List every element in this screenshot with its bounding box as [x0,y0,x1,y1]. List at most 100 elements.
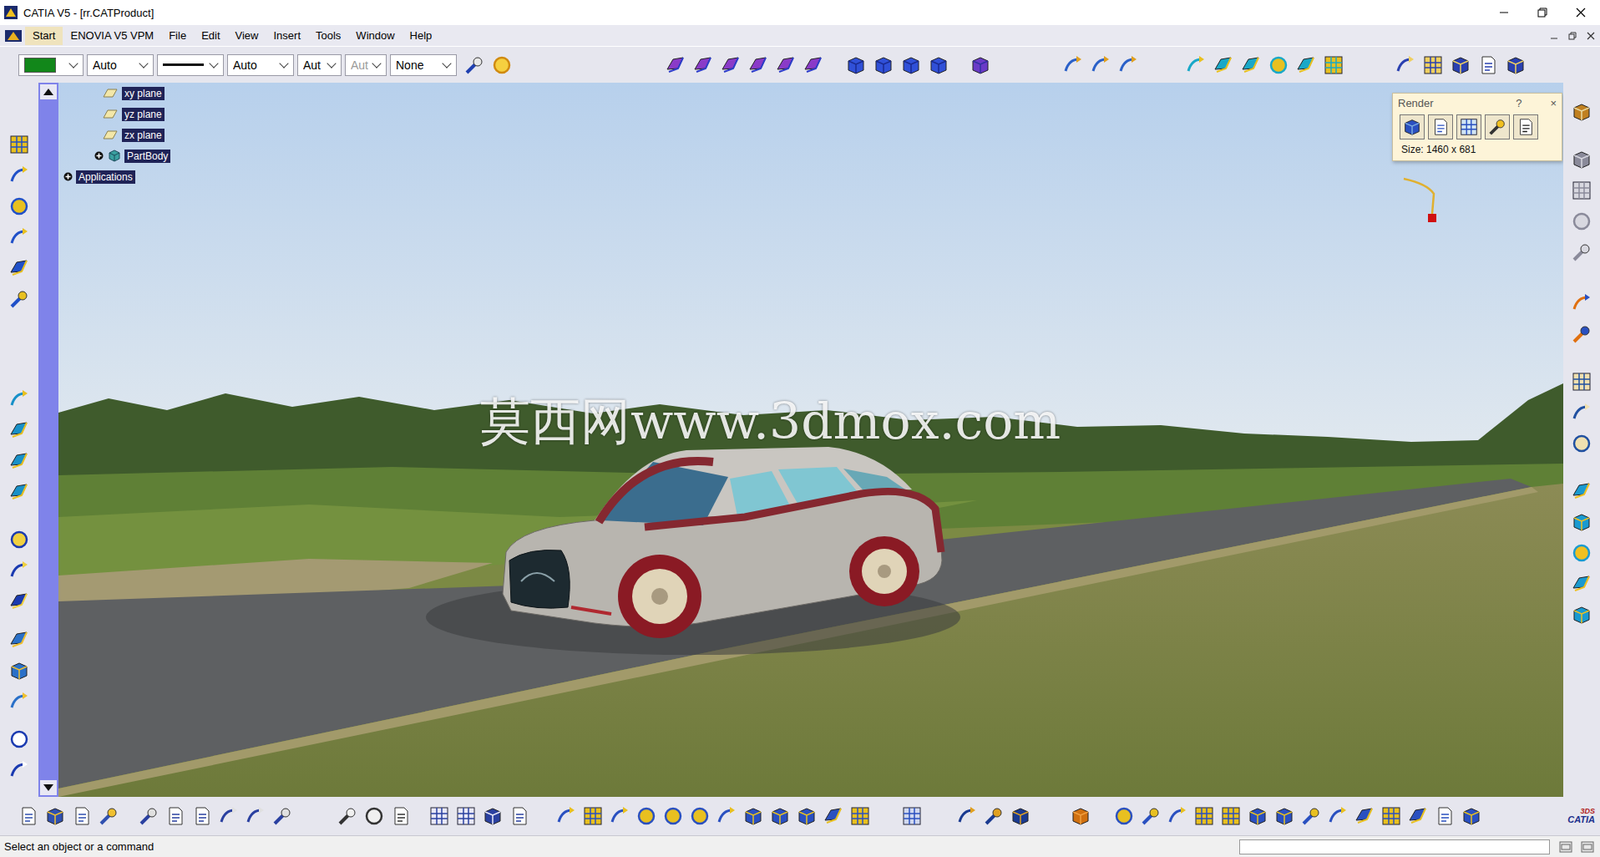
menu-label[interactable]: Window [355,29,395,42]
spline-icon[interactable] [8,226,31,249]
tool-button[interactable] [387,802,415,830]
offset-icon[interactable] [774,54,797,76]
snap-edge-icon[interactable] [1570,511,1593,533]
tool-button[interactable] [1007,802,1034,830]
tool-button[interactable] [1058,51,1087,79]
point-icon[interactable] [8,388,31,411]
tool-button[interactable] [425,802,453,830]
doc-restore-icon[interactable] [1565,29,1580,43]
body-icon[interactable] [1246,805,1269,827]
tool-button[interactable] [5,475,34,507]
sketch-check-icon[interactable] [1407,805,1429,827]
paste-icon[interactable] [191,805,213,827]
tool-button[interactable] [846,802,874,830]
tool-button[interactable] [1568,567,1596,599]
menu-item[interactable]: Edit [193,26,228,46]
tool-button[interactable] [5,523,34,555]
tool-button[interactable] [1568,427,1596,459]
tool-button[interactable] [242,802,269,830]
tool-button[interactable] [5,685,34,717]
tool-button[interactable] [1568,318,1596,350]
tool-button[interactable] [716,51,745,79]
rotate-icon[interactable] [635,805,658,827]
render-button[interactable] [1427,114,1454,140]
solid-icon[interactable] [1273,805,1296,827]
line-icon[interactable] [1212,54,1235,76]
tool-button[interactable] [68,802,96,830]
console-toggle-button[interactable] [1578,839,1597,855]
expand-toggle-icon[interactable] [63,172,73,182]
pan-icon[interactable] [608,805,631,827]
tool-button[interactable] [1568,236,1596,268]
tree-item[interactable]: xy plane [58,82,171,104]
tool-button[interactable] [5,128,34,160]
tool-button[interactable] [5,159,34,191]
doc-restore-button[interactable] [1563,26,1582,46]
intersection-icon[interactable] [8,659,31,682]
tool-button[interactable] [1324,802,1352,830]
update-icon[interactable] [1113,805,1135,827]
tool-button[interactable] [606,802,633,830]
close-icon[interactable] [1574,5,1588,20]
measure-item-icon[interactable] [982,805,1005,827]
tool-button[interactable] [1110,802,1138,830]
inertia-icon[interactable] [1009,805,1032,827]
tool-button[interactable] [771,51,800,79]
surface-fill-icon[interactable] [8,481,31,503]
tool-button[interactable] [5,190,34,222]
swap-space-icon[interactable] [1570,603,1593,626]
tool-button[interactable] [41,802,69,830]
tool-button[interactable] [452,802,480,830]
tool-button[interactable] [1217,802,1245,830]
tool-button[interactable] [552,802,580,830]
boundary-icon[interactable] [927,54,950,76]
sweep-icon[interactable] [719,54,742,76]
render-button[interactable] [1456,114,1482,140]
tool-button[interactable] [686,802,714,830]
cut-icon[interactable] [137,805,160,827]
dropdown-value[interactable]: Aut [303,58,324,72]
measure-between-icon[interactable] [956,805,978,827]
connect-curve-icon[interactable] [8,759,31,781]
light-icon[interactable] [1570,210,1593,233]
tool-button[interactable] [841,51,870,79]
curvature-icon[interactable] [1570,401,1593,424]
tool-button[interactable] [5,554,34,586]
copy-icon[interactable] [164,805,187,827]
tool-button[interactable] [1291,51,1320,79]
open-icon[interactable] [44,805,66,827]
painter-brush-icon[interactable] [463,54,486,76]
graph-icon[interactable] [1326,805,1349,827]
doc-close-button[interactable] [1581,26,1600,46]
tool-button[interactable] [360,802,388,830]
dropdown-value[interactable]: Auto [92,58,136,72]
point-tool-icon[interactable] [8,528,31,551]
panel-toggle-button[interactable] [1556,839,1575,855]
help-button[interactable]: ? [1515,96,1522,110]
render-button[interactable] [1484,114,1510,140]
light-bulb-icon[interactable] [491,54,513,76]
wireframe-icon[interactable] [8,450,31,472]
menu-label[interactable]: Help [410,29,433,42]
menu-label[interactable]: File [168,29,187,42]
plane-icon[interactable] [102,86,118,101]
property-dropdown[interactable]: Auto [86,54,154,76]
hide-icon[interactable] [1570,572,1593,595]
tool-button[interactable] [188,802,216,830]
tree-item[interactable]: zx plane [58,124,171,146]
tool-button[interactable] [1568,174,1596,206]
plane-offset-icon[interactable] [8,419,31,441]
surface-icon[interactable] [1295,54,1317,76]
tool-button[interactable] [924,51,952,79]
capture-icon[interactable] [849,805,871,827]
doc-minimize-button[interactable] [1544,26,1564,46]
extrapolate-icon[interactable] [8,288,31,310]
menu-item[interactable]: Window [348,26,402,46]
tool-button[interactable] [1319,51,1347,79]
render-toolbar-panel[interactable]: Render?×Size: 1460 x 681 [1392,92,1563,162]
translate-icon[interactable] [1089,54,1112,76]
tool-button[interactable] [1568,205,1596,237]
tool-button[interactable] [162,802,189,830]
tool-button[interactable] [1568,143,1596,175]
whats-this-icon[interactable] [271,805,294,827]
